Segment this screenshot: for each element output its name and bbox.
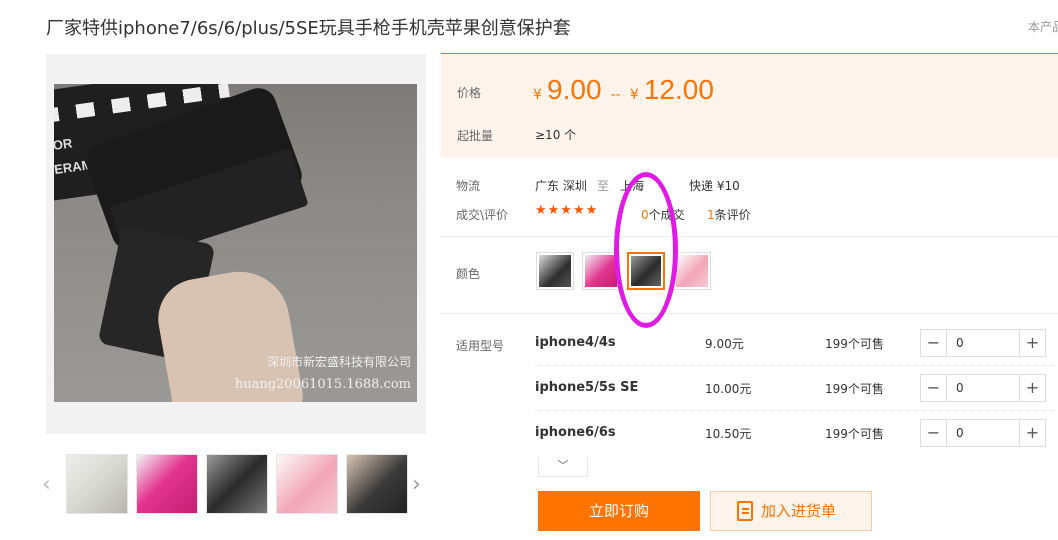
- color-swatch-2[interactable]: [582, 252, 620, 290]
- models-label: 适用型号: [456, 339, 505, 353]
- model-name: iphone5/5s SE: [535, 380, 639, 395]
- reviews-count[interactable]: 1条评价: [707, 206, 751, 223]
- model-stock: 199个可售: [825, 382, 884, 396]
- plus-button[interactable]: +: [1019, 330, 1045, 356]
- thumbnail-5[interactable]: [346, 454, 408, 514]
- logistics-label: 物流: [456, 179, 481, 193]
- price-max: 12.00: [643, 74, 714, 105]
- moq-label: 起批量: [457, 129, 494, 143]
- logistics-to-word: 至: [597, 179, 610, 193]
- quantity-stepper: − +: [920, 419, 1046, 447]
- currency-symbol: ¥: [533, 87, 542, 103]
- thumbnail-1[interactable]: [66, 454, 128, 514]
- chevron-right-icon[interactable]: ›: [412, 472, 421, 497]
- divider: [441, 313, 1058, 314]
- logistics-destination[interactable]: 上海: [620, 177, 644, 194]
- swatch-fill: [585, 255, 617, 287]
- thumbnail-image: [277, 455, 337, 513]
- clipboard-icon: [737, 501, 753, 521]
- reviews-number: 1: [707, 208, 715, 222]
- minus-button[interactable]: −: [921, 330, 947, 356]
- buy-now-button[interactable]: 立即订购: [538, 491, 700, 531]
- model-stock: 199个可售: [825, 337, 884, 351]
- add-to-cart-label: 加入进货单: [761, 502, 837, 520]
- corner-note: 本产品: [1028, 20, 1058, 34]
- reviews-label: 成交\评价: [456, 208, 509, 222]
- rating-stars: ★★★★★: [535, 203, 599, 218]
- logistics-from: 广东 深圳: [535, 179, 587, 193]
- main-product-image[interactable]: OR ERAMAN 深圳市新宏盛科技有限公司 huang20061015.168…: [54, 84, 417, 402]
- color-swatch-4[interactable]: [673, 252, 711, 290]
- thumbnail-2[interactable]: [136, 454, 198, 514]
- model-price: 10.00元: [705, 382, 752, 396]
- swatch-fill: [539, 255, 571, 287]
- thumbnail-image: [137, 455, 197, 513]
- price-label: 价格: [457, 86, 482, 100]
- swatch-fill: [631, 256, 661, 286]
- price-range: ¥ 9.00 -- ¥ 12.00: [533, 74, 714, 106]
- deals-number: 0: [641, 208, 649, 222]
- plus-button[interactable]: +: [1019, 375, 1045, 401]
- model-price: 9.00元: [705, 337, 744, 351]
- divider: [441, 236, 1058, 237]
- thumbnail-3[interactable]: [206, 454, 268, 514]
- color-swatch-1[interactable]: [536, 252, 574, 290]
- thumbnail-4[interactable]: [276, 454, 338, 514]
- annotation-circle: [614, 172, 678, 328]
- quantity-stepper: − +: [920, 374, 1046, 402]
- thumbnail-image: [347, 455, 407, 513]
- quantity-input[interactable]: [948, 330, 1019, 356]
- clapper-text-1: OR: [54, 135, 74, 154]
- watermark-company: 深圳市新宏盛科技有限公司: [266, 355, 411, 369]
- thumbnail-image: [207, 455, 267, 513]
- main-image-frame: OR ERAMAN 深圳市新宏盛科技有限公司 huang20061015.168…: [46, 54, 426, 434]
- swatch-fill: [676, 255, 708, 287]
- model-price: 10.50元: [705, 427, 752, 441]
- model-name: iphone6/6s: [535, 425, 616, 440]
- chevron-left-icon[interactable]: ‹: [42, 472, 51, 497]
- price-separator: --: [610, 87, 621, 103]
- logistics-method: 快递 ¥10: [689, 179, 740, 193]
- moq-value: ≥10 个: [535, 128, 577, 142]
- deals-suffix: 个成交: [648, 208, 685, 222]
- thumbnail-image: [67, 455, 127, 513]
- color-label: 颜色: [456, 267, 481, 281]
- minus-button[interactable]: −: [921, 375, 947, 401]
- model-row: iphone5/5s SE 10.00元 199个可售 − +: [535, 367, 1055, 411]
- quantity-input[interactable]: [948, 420, 1019, 446]
- plus-button[interactable]: +: [1019, 420, 1045, 446]
- thumbnail-strip: ‹ ›: [40, 452, 432, 518]
- price-min: 9.00: [547, 74, 602, 105]
- minus-button[interactable]: −: [921, 420, 947, 446]
- model-row: iphone6/6s 10.50元 199个可售 − +: [535, 412, 1055, 456]
- expand-models-button[interactable]: ﹀: [538, 457, 588, 477]
- quantity-stepper: − +: [920, 329, 1046, 357]
- model-name: iphone4/4s: [535, 335, 616, 350]
- deals-count[interactable]: 0个成交: [641, 206, 685, 223]
- quantity-input[interactable]: [948, 375, 1019, 401]
- model-row: iphone4/4s 9.00元 199个可售 − +: [535, 322, 1055, 366]
- add-to-cart-button[interactable]: 加入进货单: [710, 491, 872, 531]
- chevron-down-icon: ﹀: [557, 459, 569, 472]
- currency-symbol: ¥: [629, 87, 639, 103]
- color-swatch-3[interactable]: [627, 252, 665, 290]
- reviews-suffix: 条评价: [714, 208, 751, 222]
- product-title: 厂家特供iphone7/6s/6/plus/5SE玩具手枪手机壳苹果创意保护套: [46, 18, 571, 39]
- watermark-site: huang20061015.1688.com: [234, 377, 411, 392]
- price-panel: 价格 ¥ 9.00 -- ¥ 12.00 起批量 ≥10 个: [441, 53, 1058, 158]
- model-stock: 199个可售: [825, 427, 884, 441]
